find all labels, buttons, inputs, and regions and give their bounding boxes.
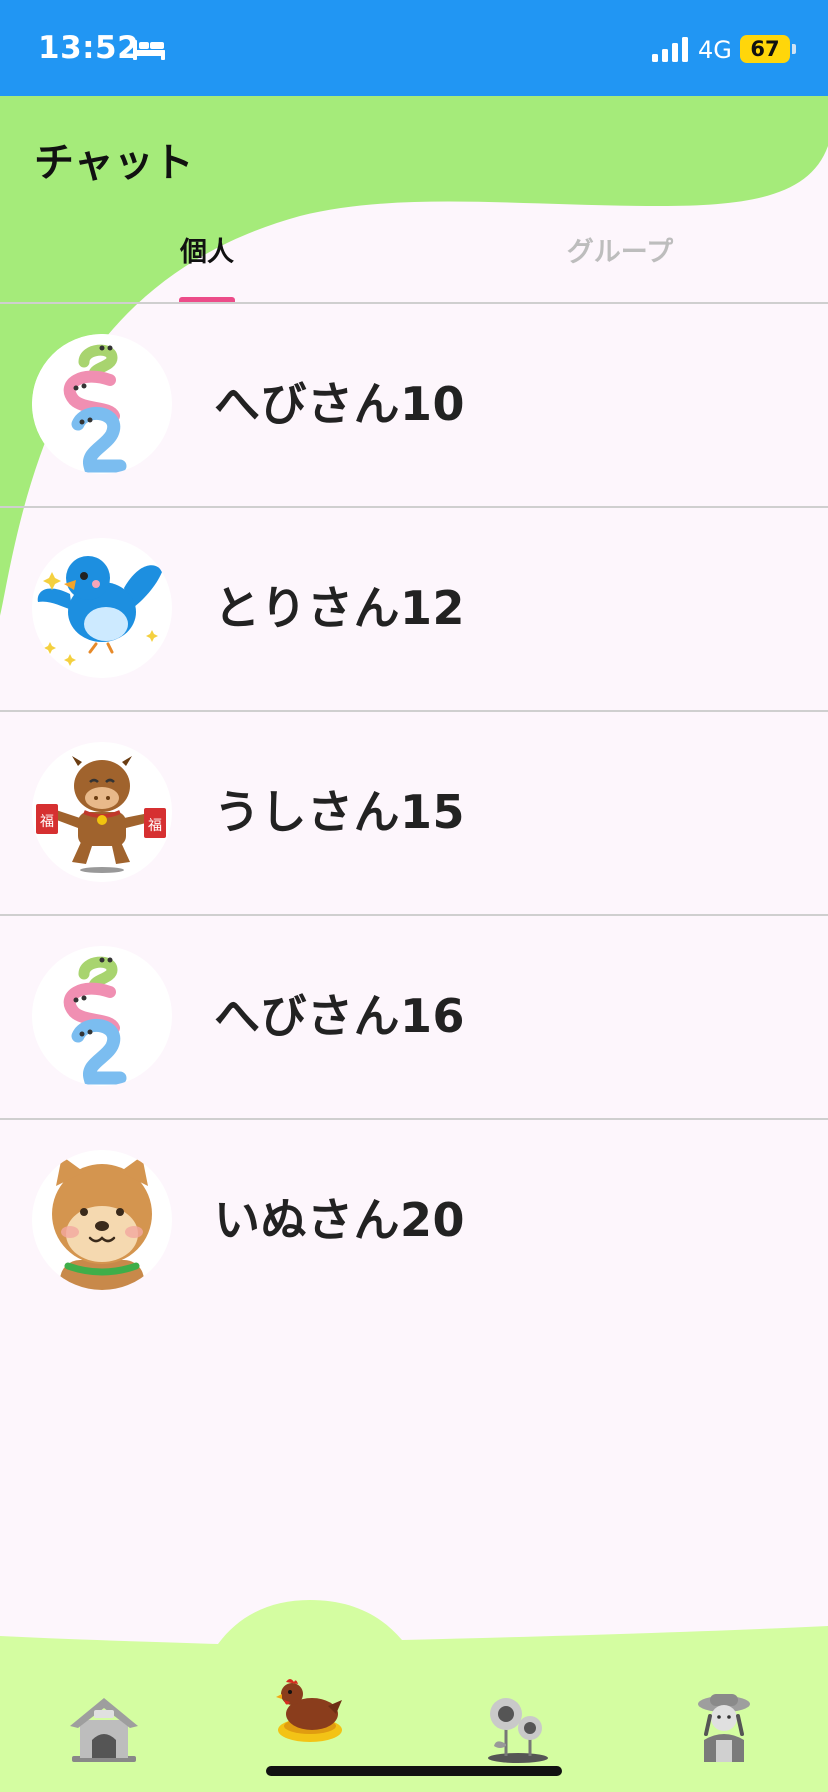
home-indicator [266,1766,562,1776]
chat-list: へびさん10 とりさん12 福 福 うしさん15 へびさん16 いぬさん20 [0,304,828,1324]
nav-home-button[interactable] [64,1688,144,1768]
chat-name: とりさん12 [214,581,466,635]
chat-name: うしさん15 [214,785,466,839]
nav-chat-button[interactable] [270,1670,350,1750]
snake-avatar [32,334,172,474]
hen-icon [270,1670,350,1750]
tab-label: 個人 [180,237,234,268]
tab-label: グループ [566,237,674,268]
svg-text:福: 福 [148,818,162,834]
dog-avatar [32,1150,172,1290]
chat-name: へびさん16 [214,989,466,1043]
sunflower-icon [478,1688,558,1768]
page-title: チャット [34,140,194,186]
battery-indicator: 67 [740,35,790,63]
signal-icon [652,36,690,62]
nav-profile-button[interactable] [684,1688,764,1768]
cow-avatar: 福 福 [32,742,172,882]
tab-group[interactable]: グループ [520,230,720,300]
chat-name: いぬさん20 [214,1193,466,1247]
tab-bar: 個人 グループ [0,230,828,303]
battery-nub [792,44,796,54]
chat-name: へびさん10 [214,377,466,431]
chat-list-item[interactable]: へびさん10 [0,304,828,508]
nav-farm-button[interactable] [478,1688,558,1768]
status-time: 13:52 [38,30,140,66]
farmer-icon [684,1688,764,1768]
chat-list-item[interactable]: へびさん16 [0,916,828,1120]
bird-avatar [32,538,172,678]
bed-icon [132,36,166,62]
snake-avatar [32,946,172,1086]
network-label: 4G [698,36,732,64]
chat-list-item[interactable]: とりさん12 [0,508,828,712]
bottom-navigation [0,1596,828,1792]
chat-list-item[interactable]: 福 福 うしさん15 [0,712,828,916]
status-bar: 13:52 4G 67 [0,0,828,96]
doghouse-icon [64,1688,144,1768]
tab-personal[interactable]: 個人 [107,230,307,300]
svg-text:福: 福 [40,814,54,830]
chat-list-item[interactable]: いぬさん20 [0,1120,828,1324]
